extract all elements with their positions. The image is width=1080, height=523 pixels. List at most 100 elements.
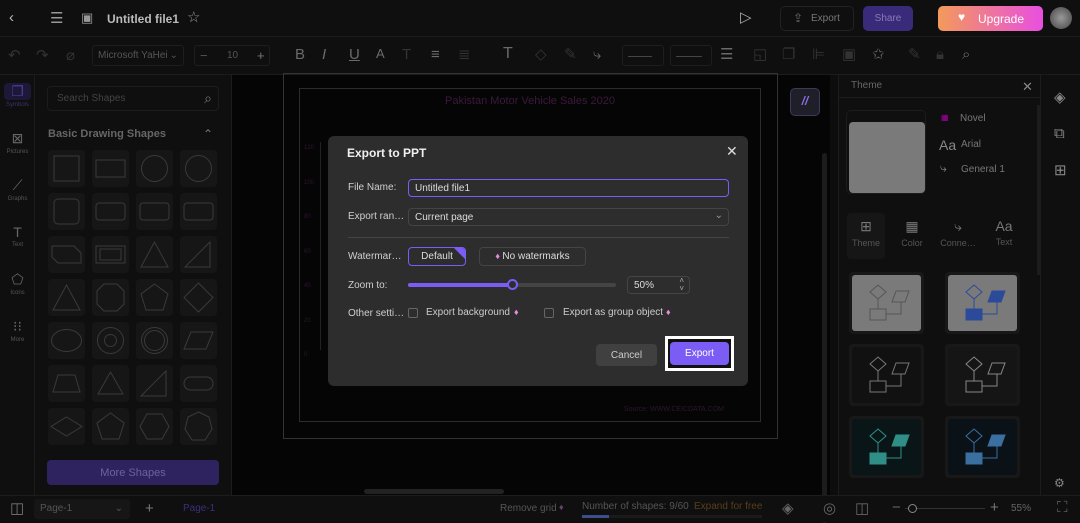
theme-option[interactable]	[945, 272, 1020, 334]
edit-icon[interactable]: ✎	[908, 47, 921, 62]
no-watermarks-option[interactable]: ♦ No watermarks	[479, 247, 586, 266]
group-icon[interactable]: ▣	[842, 47, 856, 62]
close-icon[interactable]: ✕	[1022, 79, 1033, 95]
close-icon[interactable]: ✕	[726, 143, 738, 160]
current-theme-preview[interactable]	[846, 110, 926, 194]
search-icon[interactable]: ⌕	[204, 90, 212, 107]
theme-grid-icon[interactable]: ⊞	[1054, 163, 1067, 178]
theme-option[interactable]	[849, 272, 924, 334]
shape-snip-rectangle[interactable]	[48, 236, 85, 273]
fullscreen-icon[interactable]: ⛶	[1057, 500, 1068, 515]
page-panel-icon[interactable]: ◫	[10, 501, 24, 516]
undo-icon[interactable]: ↶	[8, 48, 21, 63]
zoom-in-icon[interactable]: +	[990, 500, 999, 515]
theme-tab-1[interactable]: ▦ Color	[893, 213, 931, 259]
underline-icon[interactable]: U	[349, 47, 360, 62]
shape-square[interactable]	[48, 150, 85, 187]
back-icon[interactable]: ‹	[9, 10, 14, 25]
page-select[interactable]: Page-1 ⌄	[34, 499, 130, 519]
shape-rounded-rectangle[interactable]	[180, 193, 217, 230]
format-painter-icon[interactable]: ⌀	[66, 48, 75, 63]
stepper-arrows-icon[interactable]: ˄ ˅	[679, 277, 684, 293]
shape-octagon[interactable]	[92, 279, 129, 316]
rail-item-pictures[interactable]: ⊠ Pictures	[0, 130, 35, 155]
page-tab[interactable]: Page-1	[183, 503, 215, 514]
align-icon[interactable]: ≡	[431, 47, 440, 62]
ai-assistant-icon[interactable]: //	[790, 88, 820, 116]
rail-item-symbols[interactable]: ❐ Symbols	[0, 83, 35, 108]
connector-icon[interactable]: ⤷	[593, 47, 601, 62]
share-button[interactable]: Share	[863, 6, 913, 31]
redo-icon[interactable]: ↷	[36, 48, 49, 63]
theme-tab-0[interactable]: ⊞ Theme	[847, 213, 885, 259]
zoom-slider-handle[interactable]	[908, 504, 917, 513]
send-back-icon[interactable]: ❐	[782, 47, 795, 62]
shape-rounded-triangle[interactable]	[92, 365, 129, 402]
rail-item-icons[interactable]: ⬠ Icons	[0, 271, 35, 296]
shape-trapezoid[interactable]	[48, 365, 85, 402]
theme-option[interactable]	[945, 344, 1020, 406]
cancel-button[interactable]: Cancel	[596, 344, 657, 366]
horizontal-scrollbar[interactable]	[364, 489, 504, 494]
decrease-icon[interactable]: −	[200, 48, 208, 63]
font-size-stepper[interactable]: − 10 +	[194, 45, 270, 66]
search-shapes-input[interactable]: Search Shapes ⌕	[47, 86, 219, 111]
shape-heptagon[interactable]	[180, 408, 217, 445]
settings-icon[interactable]: ⚙	[1054, 477, 1065, 489]
file-title[interactable]: Untitled file1	[107, 12, 179, 26]
zoom-slider-handle[interactable]	[507, 279, 518, 290]
shape-donut[interactable]	[92, 322, 129, 359]
expand-link[interactable]: Expand for free	[694, 501, 762, 512]
font-family-select[interactable]: Microsoft YaHei ⌄	[92, 45, 184, 66]
book-icon[interactable]: ◫	[855, 501, 869, 516]
lock-icon[interactable]: 🔒︎	[936, 47, 944, 62]
vertical-scrollbar[interactable]	[822, 153, 827, 523]
fill-icon[interactable]: ◈	[1054, 90, 1066, 105]
shape-pill[interactable]	[180, 365, 217, 402]
text-tool-icon[interactable]: T	[503, 46, 513, 62]
export-range-select[interactable]: Current page ⌄	[408, 208, 729, 226]
watermark-default-option[interactable]: Default	[408, 247, 466, 266]
shape-triangle[interactable]	[136, 236, 173, 273]
shape-triangle[interactable]	[48, 279, 85, 316]
save-icon[interactable]: ▣	[81, 11, 93, 24]
shape-rounded-rectangle[interactable]	[136, 193, 173, 230]
rail-item-graphs[interactable]: ⟋ Graphs	[0, 177, 35, 202]
focus-icon[interactable]: ◎	[823, 501, 836, 516]
shape-ellipse[interactable]	[48, 322, 85, 359]
italic-icon[interactable]: I	[322, 47, 326, 62]
theme-tab-3[interactable]: Aa Text	[985, 213, 1023, 259]
arrow-style-select[interactable]	[670, 45, 712, 66]
line-style-select[interactable]	[622, 45, 664, 66]
export-background-checkbox[interactable]	[408, 308, 418, 318]
shape-circle[interactable]	[136, 150, 173, 187]
zoom-level[interactable]: 55%	[1011, 503, 1031, 514]
zoom-slider[interactable]	[905, 504, 985, 513]
shape-double-rectangle[interactable]	[92, 236, 129, 273]
avatar[interactable]	[1050, 7, 1072, 29]
play-icon[interactable]: ▷	[740, 10, 752, 25]
shape-diamond[interactable]	[180, 279, 217, 316]
remove-grid-button[interactable]: Remove grid	[500, 503, 557, 514]
zoom-slider[interactable]	[408, 279, 616, 290]
page-settings-icon[interactable]: ⧉	[1054, 126, 1065, 141]
find-icon[interactable]: ⌕	[962, 47, 970, 62]
pen-icon[interactable]: ✎	[564, 47, 577, 62]
magic-icon[interactable]: ✩	[872, 47, 885, 62]
export-button[interactable]: ⇪ Export	[780, 6, 854, 31]
shape-circle[interactable]	[180, 150, 217, 187]
add-page-icon[interactable]: +	[145, 501, 154, 516]
rail-item-text[interactable]: T Text	[0, 224, 35, 248]
align-objects-icon[interactable]: ⊫	[812, 47, 825, 62]
theme-option[interactable]	[849, 416, 924, 478]
shape-right-triangle[interactable]	[136, 365, 173, 402]
rail-item-more[interactable]: ⁝⁝ More	[0, 318, 35, 343]
shape-rounded-rectangle[interactable]	[92, 193, 129, 230]
upgrade-button[interactable]: ♥ Upgrade	[938, 6, 1043, 31]
shape-double-circle[interactable]	[136, 322, 173, 359]
strikethrough-icon[interactable]: T	[402, 47, 411, 62]
collapse-icon[interactable]: ⌃	[203, 127, 213, 141]
export-group-checkbox[interactable]	[544, 308, 554, 318]
shape-hexagon[interactable]	[136, 408, 173, 445]
bring-front-icon[interactable]: ◱	[753, 47, 767, 62]
